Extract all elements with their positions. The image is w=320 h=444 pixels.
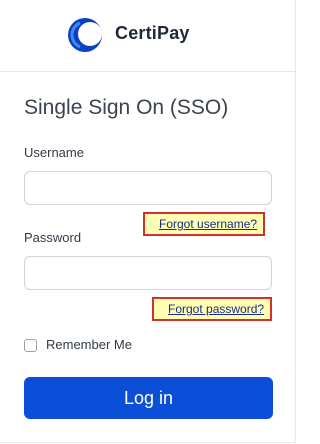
password-input[interactable] xyxy=(24,256,272,290)
remember-me-label: Remember Me xyxy=(46,337,132,352)
remember-me-checkbox[interactable] xyxy=(24,338,37,352)
forgot-username-label: Forgot username? xyxy=(159,217,258,231)
username-input[interactable] xyxy=(24,171,272,205)
username-label: Username xyxy=(24,145,84,160)
forgot-username-link[interactable]: Forgot username? xyxy=(143,212,266,236)
remember-me[interactable]: Remember Me xyxy=(24,336,132,354)
header: CertiPay xyxy=(0,0,295,72)
certipay-logo-icon xyxy=(68,18,102,52)
brand-name: CertiPay xyxy=(115,23,190,43)
sso-login-page: CertiPay Single Sign On (SSO) Username F… xyxy=(0,0,296,443)
forgot-password-label: Forgot password? xyxy=(168,302,265,316)
login-button[interactable]: Log in xyxy=(24,377,273,419)
page-title: Single Sign On (SSO) xyxy=(24,96,229,119)
forgot-password-link[interactable]: Forgot password? xyxy=(152,297,273,321)
password-label: Password xyxy=(24,230,82,245)
